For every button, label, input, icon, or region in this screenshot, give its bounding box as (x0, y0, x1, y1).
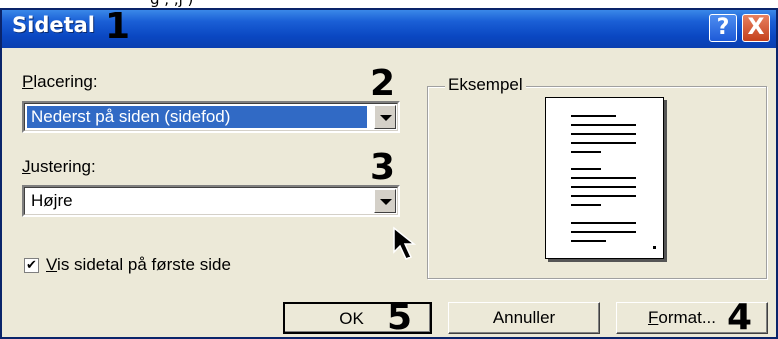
placement-value: Nederst på siden (sidefod) (27, 106, 367, 128)
close-button[interactable]: X (742, 14, 770, 42)
preview-legend: Eksempel (445, 75, 526, 95)
title-bar[interactable]: Sidetal 1 ? X (2, 6, 776, 48)
placement-dropdown-button[interactable] (374, 105, 396, 129)
alignment-select[interactable]: Højre (22, 185, 400, 217)
mouse-pointer-icon (393, 226, 417, 260)
checkmark-icon: ✔ (26, 258, 37, 273)
alignment-dropdown-button[interactable] (374, 189, 396, 213)
chevron-down-icon (380, 115, 392, 121)
placement-select[interactable]: Nederst på siden (sidefod) (22, 101, 400, 133)
help-button[interactable]: ? (709, 14, 737, 42)
callout-4: 4 (727, 297, 753, 338)
page-number-marker (653, 246, 656, 249)
callout-3: 3 (370, 147, 396, 188)
placement-label: Placering: (22, 72, 98, 91)
callout-2: 2 (370, 63, 396, 104)
alignment-value: Højre (31, 191, 73, 210)
show-first-page-checkbox[interactable]: ✔ (24, 258, 39, 273)
help-icon: ? (716, 15, 730, 40)
cropped-text: g , ,j ) (150, 0, 193, 8)
preview-page-thumbnail (545, 97, 664, 259)
close-icon: X (747, 15, 765, 40)
page-number-dialog: Sidetal 1 ? X Placering: 2 Nederst på si… (0, 8, 778, 339)
chevron-down-icon (380, 199, 392, 205)
cancel-button[interactable]: Annuller (448, 302, 600, 334)
callout-5: 5 (387, 297, 413, 338)
dialog-title: Sidetal (12, 13, 96, 37)
callout-1: 1 (105, 6, 131, 47)
alignment-label: Justering: (22, 157, 96, 176)
show-first-page-label[interactable]: Vis sidetal på første side (46, 255, 231, 275)
